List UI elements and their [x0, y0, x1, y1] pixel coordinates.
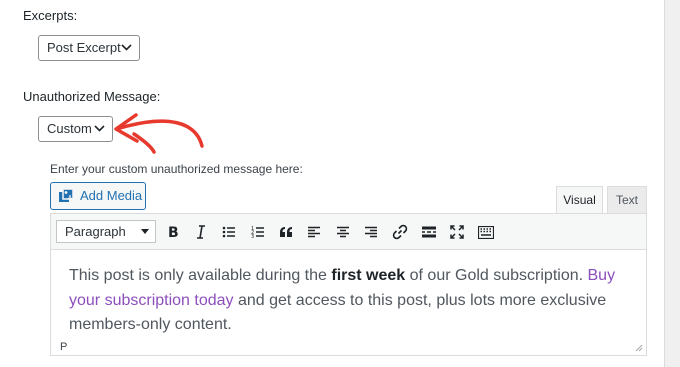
editor-toolbar: Paragraph B 1 2 3 — [51, 214, 646, 250]
rich-text-editor: Paragraph B 1 2 3 This post is only avai… — [50, 213, 647, 356]
format-select[interactable]: Paragraph — [56, 220, 156, 243]
excerpts-select-value: Post Excerpt — [47, 40, 121, 55]
annotation-arrow-icon — [114, 113, 204, 154]
read-more-button[interactable] — [419, 222, 439, 242]
add-media-label: Add Media — [80, 188, 143, 203]
content-bold-text: first week — [331, 267, 406, 284]
fullscreen-icon — [450, 225, 464, 239]
media-icon — [59, 188, 74, 202]
svg-text:B: B — [168, 225, 179, 239]
resize-handle-icon[interactable] — [635, 344, 643, 352]
align-center-icon — [337, 226, 349, 238]
align-right-icon — [365, 226, 377, 238]
read-more-icon — [422, 226, 436, 238]
excerpts-label: Excerpts: — [23, 8, 78, 23]
numbered-list-icon: 1 2 3 — [251, 226, 264, 239]
editor-content[interactable]: This post is only available during the f… — [69, 264, 639, 338]
format-select-value: Paragraph — [65, 224, 126, 239]
fullscreen-button[interactable] — [447, 222, 467, 242]
unauthorized-select-value: Custom — [47, 121, 92, 136]
italic-icon — [197, 225, 205, 239]
bold-button[interactable]: B — [163, 222, 183, 242]
excerpts-select[interactable]: Post Excerpt — [38, 35, 140, 61]
italic-button[interactable] — [191, 222, 211, 242]
editor-hint: Enter your custom unauthorized message h… — [50, 162, 303, 176]
element-path[interactable]: P — [60, 341, 67, 353]
content-text-1: This post is only available during the — [69, 267, 332, 284]
bullet-list-button[interactable] — [219, 222, 239, 242]
chevron-down-icon — [121, 44, 132, 51]
align-left-icon — [308, 226, 320, 238]
content-text-2: of our Gold subscription. — [405, 267, 588, 284]
bold-icon: B — [168, 225, 179, 239]
align-center-button[interactable] — [333, 222, 353, 242]
bullet-list-icon — [222, 226, 235, 238]
link-button[interactable] — [390, 222, 410, 242]
align-left-button[interactable] — [304, 222, 324, 242]
dropdown-arrow-icon — [141, 229, 149, 234]
settings-panel: Excerpts: Post Excerpt Unauthorized Mess… — [0, 0, 665, 367]
blockquote-button[interactable] — [276, 222, 296, 242]
toolbar-toggle-icon — [478, 225, 494, 239]
numbered-list-button[interactable]: 1 2 3 — [248, 222, 268, 242]
toolbar-toggle-button[interactable] — [476, 222, 496, 242]
blockquote-icon — [280, 227, 292, 237]
svg-text:3: 3 — [251, 234, 254, 239]
tab-text[interactable]: Text — [607, 186, 647, 214]
chevron-down-icon — [94, 125, 105, 132]
align-right-button[interactable] — [361, 222, 381, 242]
add-media-button[interactable]: Add Media — [50, 182, 146, 210]
unauthorized-message-label: Unauthorized Message: — [23, 89, 161, 104]
tab-visual[interactable]: Visual — [556, 186, 603, 214]
unauthorized-message-select[interactable]: Custom — [38, 116, 113, 142]
link-icon — [392, 224, 408, 240]
